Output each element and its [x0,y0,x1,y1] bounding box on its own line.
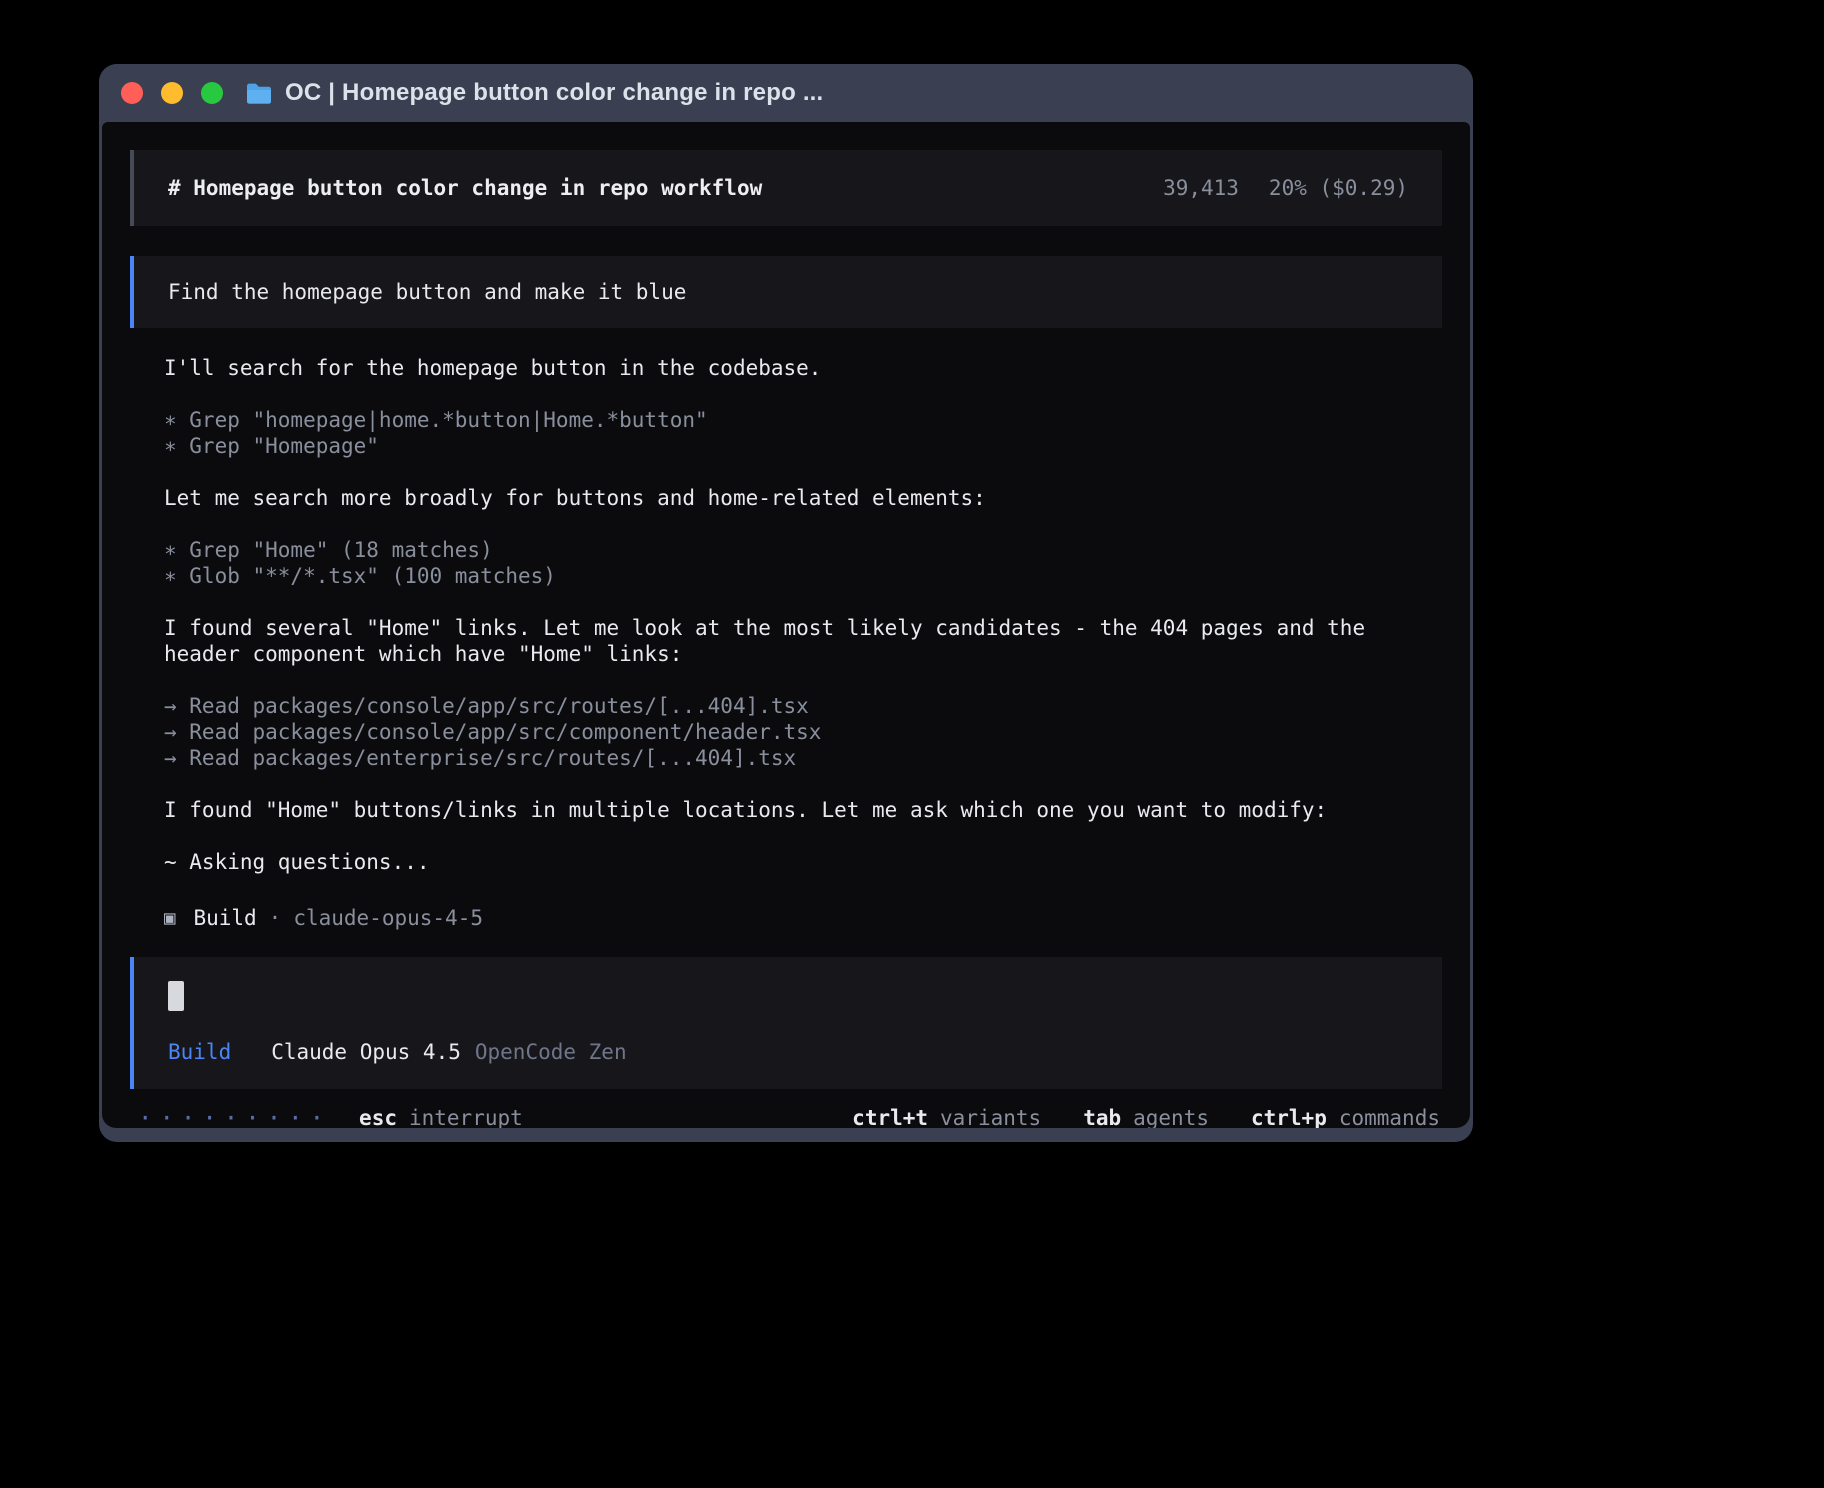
agent-status: ▣ Build · claude-opus-4-5 [164,905,1408,931]
close-button[interactable] [121,82,143,104]
assistant-text: I found several "Home" links. Let me loo… [164,615,1408,667]
minimize-button[interactable] [161,82,183,104]
window-controls [121,82,223,104]
shortcut-hints: ctrl+t variants tab agents ctrl+p comman… [810,1105,1440,1128]
tool-call: ∗ Glob "**/*.tsx" (100 matches) [164,563,1408,589]
commands-label: commands [1339,1105,1440,1128]
agent-name: Build [193,905,256,931]
tool-call: ∗ Grep "Homepage" [164,433,1408,459]
tool-call-group: → Read packages/console/app/src/routes/[… [164,693,1408,771]
tool-call: → Read packages/console/app/src/routes/[… [164,693,1408,719]
user-message: Find the homepage button and make it blu… [130,256,1442,328]
assistant-text: Let me search more broadly for buttons a… [164,485,1408,511]
token-count: 39,413 [1163,175,1239,201]
commands-hint: ctrl+p commands [1251,1105,1440,1128]
interrupt-hint: esc interrupt [359,1105,523,1128]
agents-hint: tab agents [1083,1105,1209,1128]
assistant-status-text: ~ Asking questions... [164,849,1408,875]
variants-label: variants [940,1105,1041,1128]
context-usage: 20% ($0.29) [1269,175,1408,201]
text-cursor [168,981,184,1011]
assistant-text: I'll search for the homepage button in t… [164,355,1408,381]
zoom-button[interactable] [201,82,223,104]
conversation: I'll search for the homepage button in t… [164,355,1408,901]
interrupt-label: interrupt [409,1105,523,1128]
assistant-text: I found "Home" buttons/links in multiple… [164,797,1408,823]
commands-key: ctrl+p [1251,1105,1327,1128]
model-name: claude-opus-4-5 [293,905,483,931]
agents-label: agents [1133,1105,1209,1128]
input-provider-label: OpenCode Zen [475,1039,627,1065]
variants-hint: ctrl+t variants [852,1105,1041,1128]
session-title: # Homepage button color change in repo w… [168,175,762,201]
input-model-label: Claude Opus 4.5 [271,1039,461,1065]
folder-icon [245,82,273,104]
esc-key: esc [359,1105,397,1128]
status-separator: · [269,905,282,931]
tool-call: ∗ Grep "homepage|home.*button|Home.*butt… [164,407,1408,433]
terminal-window: OC | Homepage button color change in rep… [99,64,1473,1142]
agent-mode-label: Build [168,1039,231,1065]
terminal-content: # Homepage button color change in repo w… [102,122,1470,1128]
agents-key: tab [1083,1105,1121,1128]
variants-key: ctrl+t [852,1105,928,1128]
session-stats: 39,413 20% ($0.29) [1163,175,1408,201]
spinner: ········· [138,1105,331,1128]
title-bar: OC | Homepage button color change in rep… [99,64,1473,122]
tool-call-group: ∗ Grep "Home" (18 matches) ∗ Glob "**/*.… [164,537,1408,589]
agent-status-icon: ▣ [164,905,175,931]
tool-call: → Read packages/enterprise/src/routes/[.… [164,745,1408,771]
status-bar: ········· esc interrupt ctrl+t variants … [130,1089,1442,1128]
tool-call-group: ∗ Grep "homepage|home.*button|Home.*butt… [164,407,1408,459]
tool-call: ∗ Grep "Home" (18 matches) [164,537,1408,563]
prompt-meta: Build Claude Opus 4.5 OpenCode Zen [168,1039,1408,1065]
window-title: OC | Homepage button color change in rep… [285,79,823,107]
tool-call: → Read packages/console/app/src/componen… [164,719,1408,745]
prompt-input[interactable]: Build Claude Opus 4.5 OpenCode Zen [130,957,1442,1089]
session-header: # Homepage button color change in repo w… [130,150,1442,226]
